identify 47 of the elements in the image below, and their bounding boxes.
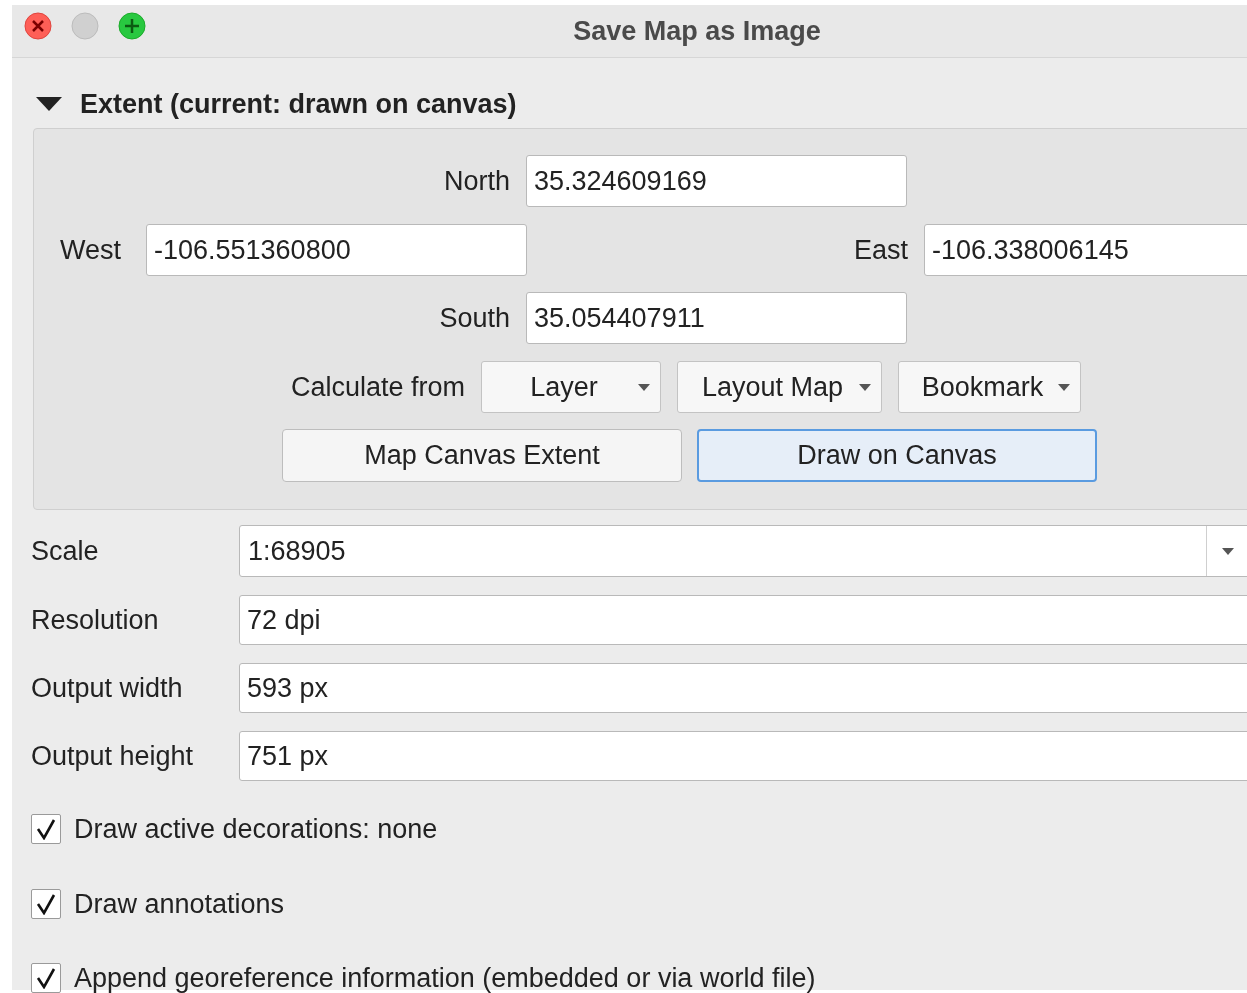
close-icon[interactable] bbox=[24, 12, 52, 40]
field-value: -106.551360800 bbox=[154, 233, 351, 267]
field-value: 72 dpi bbox=[247, 603, 321, 637]
checkbox-label: Append georeference information (embedded or via world file) bbox=[74, 962, 816, 993]
zoom-icon[interactable] bbox=[118, 12, 146, 40]
dropdown-button[interactable]: Layer bbox=[481, 361, 661, 413]
text-field[interactable]: -106.338006145 bbox=[924, 224, 1247, 276]
field-label: South bbox=[438, 301, 511, 335]
check-icon bbox=[36, 967, 56, 990]
caret-icon bbox=[1221, 547, 1234, 555]
field-label: North bbox=[442, 164, 511, 198]
window-title: Save Map as Image bbox=[573, 14, 821, 48]
checkbox[interactable] bbox=[31, 814, 61, 845]
field-value: 35.324609169 bbox=[534, 164, 707, 198]
text-field[interactable]: 35.054407911 bbox=[526, 292, 907, 344]
text-field[interactable]: 593 px bbox=[239, 663, 1247, 713]
dropdown-button[interactable]: Layout Map bbox=[677, 361, 882, 413]
text-field[interactable]: 751 px bbox=[239, 731, 1247, 781]
field-label: West bbox=[59, 233, 122, 267]
text-field[interactable]: 72 dpi bbox=[239, 595, 1247, 645]
checkbox-label: Draw annotations bbox=[74, 887, 285, 921]
extent-button[interactable]: Map Canvas Extent bbox=[282, 429, 682, 482]
field-label: Scale bbox=[31, 534, 100, 568]
check-icon bbox=[36, 892, 56, 915]
text-field[interactable]: -106.551360800 bbox=[146, 224, 527, 276]
checkbox-label: Draw active decorations: none bbox=[74, 813, 438, 846]
extent-button[interactable]: Draw on Canvas bbox=[697, 429, 1097, 482]
field-value: 35.054407911 bbox=[534, 301, 705, 335]
check-icon bbox=[36, 818, 56, 841]
checkbox[interactable] bbox=[31, 963, 61, 993]
caret-icon bbox=[1058, 383, 1070, 391]
text-field[interactable]: 35.324609169 bbox=[526, 155, 907, 207]
field-value: 751 px bbox=[247, 739, 329, 773]
dropdown-button[interactable]: Bookmark bbox=[898, 361, 1081, 413]
field-value: 593 px bbox=[247, 671, 329, 705]
combo-field[interactable]: 1:68905 bbox=[239, 525, 1247, 577]
field-label: East bbox=[852, 233, 909, 267]
field-label: Calculate from bbox=[289, 370, 466, 404]
field-label: Output width bbox=[31, 671, 184, 705]
caret-icon bbox=[859, 383, 871, 391]
field-value: -106.338006145 bbox=[932, 233, 1129, 267]
checkbox[interactable] bbox=[31, 888, 61, 919]
field-label: Output height bbox=[31, 739, 195, 773]
caret-icon bbox=[638, 383, 650, 391]
field-value: 1:68905 bbox=[247, 534, 347, 568]
field-label: Resolution bbox=[31, 603, 160, 637]
section-header[interactable]: Extent (current: drawn on canvas) bbox=[33, 89, 1247, 119]
